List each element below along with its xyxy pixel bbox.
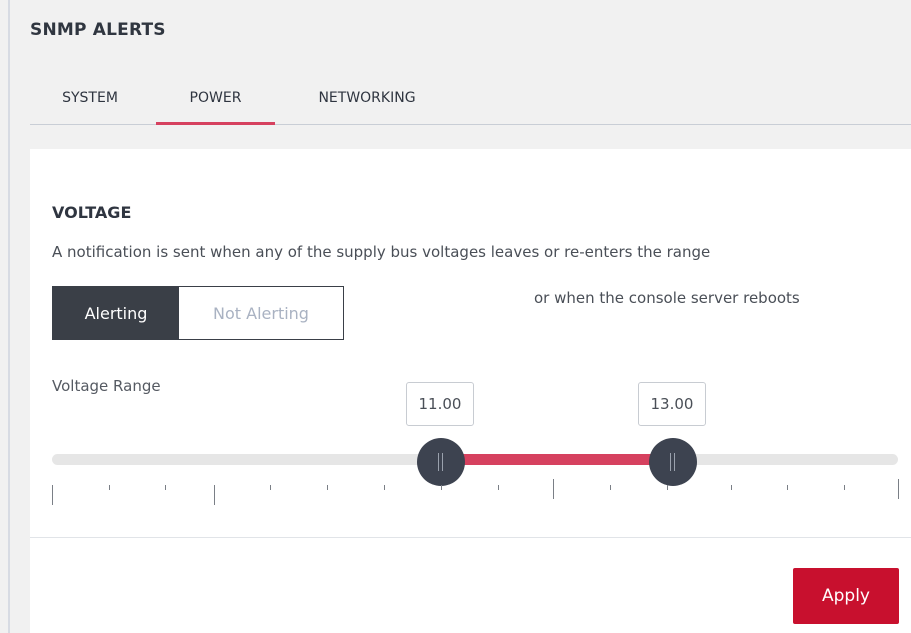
- tick-minor: [787, 485, 788, 490]
- voltage-description-continued: or when the console server reboots: [534, 289, 800, 307]
- tab-power[interactable]: POWER: [156, 80, 275, 125]
- tab-system[interactable]: SYSTEM: [40, 80, 140, 124]
- slider-min-handle[interactable]: [417, 438, 465, 486]
- tick-major: [214, 485, 215, 505]
- slider-max-handle[interactable]: [649, 438, 697, 486]
- tick-major: [553, 479, 554, 499]
- tick-minor: [270, 485, 271, 490]
- tick-minor: [441, 485, 442, 490]
- alerting-toggle: Alerting Not Alerting: [52, 286, 344, 340]
- apply-button[interactable]: Apply: [793, 568, 899, 624]
- tick-major: [898, 479, 899, 499]
- range-max-input[interactable]: 13.00: [638, 382, 706, 426]
- settings-card: VOLTAGE A notification is sent when any …: [30, 149, 911, 633]
- tick-minor: [327, 485, 328, 490]
- tick-minor: [844, 485, 845, 490]
- tick-major: [52, 485, 53, 505]
- tick-minor: [610, 485, 611, 490]
- page-title: SNMP ALERTS: [30, 20, 166, 40]
- tick-minor: [498, 485, 499, 490]
- voltage-range-slider[interactable]: [52, 454, 898, 465]
- tick-minor: [109, 485, 110, 490]
- tick-minor: [731, 485, 732, 490]
- alerting-option[interactable]: Alerting: [53, 287, 179, 339]
- tab-bar: SYSTEM POWER NETWORKING: [30, 80, 911, 125]
- tick-minor: [384, 485, 385, 490]
- not-alerting-option[interactable]: Not Alerting: [179, 287, 343, 339]
- voltage-description: A notification is sent when any of the s…: [52, 243, 711, 261]
- voltage-range-label: Voltage Range: [52, 377, 161, 395]
- slider-selected-range: [441, 454, 667, 465]
- section-title-voltage: VOLTAGE: [52, 203, 132, 222]
- card-divider: [30, 537, 911, 538]
- tick-minor: [165, 485, 166, 490]
- range-min-input[interactable]: 11.00: [406, 382, 474, 426]
- tab-networking[interactable]: NETWORKING: [292, 80, 442, 124]
- left-rail: [8, 0, 10, 633]
- tick-minor: [667, 485, 668, 490]
